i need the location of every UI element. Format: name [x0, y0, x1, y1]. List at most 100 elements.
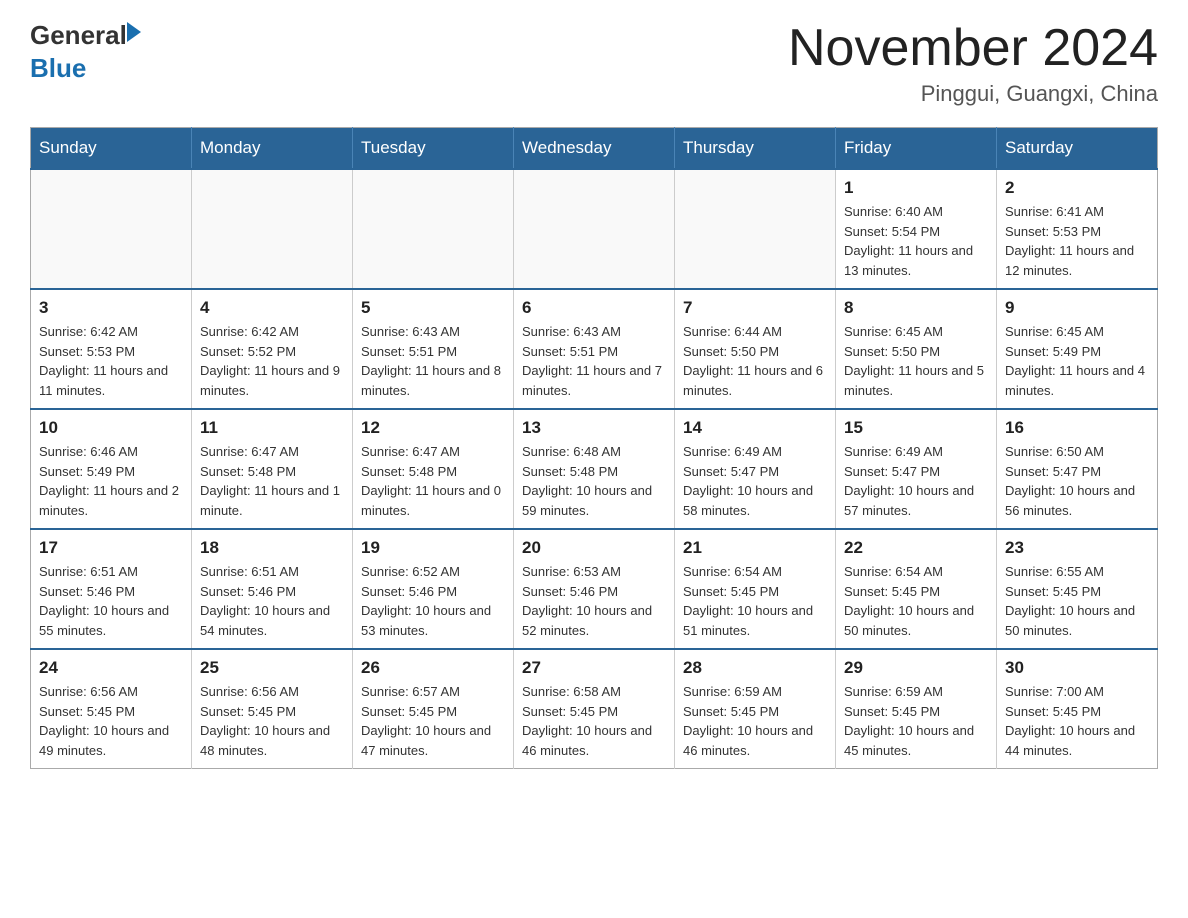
day-number: 26	[361, 658, 505, 678]
calendar-cell: 7 Sunrise: 6:44 AMSunset: 5:50 PMDaylight…	[675, 289, 836, 409]
weekday-header-tuesday: Tuesday	[353, 128, 514, 170]
day-info: Sunrise: 6:59 AMSunset: 5:45 PMDaylight:…	[844, 682, 988, 760]
day-number: 5	[361, 298, 505, 318]
day-info: Sunrise: 7:00 AMSunset: 5:45 PMDaylight:…	[1005, 682, 1149, 760]
day-info: Sunrise: 6:47 AMSunset: 5:48 PMDaylight:…	[200, 442, 344, 520]
logo-arrow-icon	[127, 22, 141, 42]
day-info: Sunrise: 6:52 AMSunset: 5:46 PMDaylight:…	[361, 562, 505, 640]
day-number: 11	[200, 418, 344, 438]
day-info: Sunrise: 6:44 AMSunset: 5:50 PMDaylight:…	[683, 322, 827, 400]
day-info: Sunrise: 6:46 AMSunset: 5:49 PMDaylight:…	[39, 442, 183, 520]
day-info: Sunrise: 6:49 AMSunset: 5:47 PMDaylight:…	[683, 442, 827, 520]
day-number: 8	[844, 298, 988, 318]
day-number: 21	[683, 538, 827, 558]
day-info: Sunrise: 6:48 AMSunset: 5:48 PMDaylight:…	[522, 442, 666, 520]
day-number: 14	[683, 418, 827, 438]
day-info: Sunrise: 6:56 AMSunset: 5:45 PMDaylight:…	[39, 682, 183, 760]
calendar-cell: 11 Sunrise: 6:47 AMSunset: 5:48 PMDayligh…	[192, 409, 353, 529]
calendar-cell: 23 Sunrise: 6:55 AMSunset: 5:45 PMDayligh…	[997, 529, 1158, 649]
calendar-week-3: 10 Sunrise: 6:46 AMSunset: 5:49 PMDayligh…	[31, 409, 1158, 529]
calendar-cell: 29 Sunrise: 6:59 AMSunset: 5:45 PMDayligh…	[836, 649, 997, 769]
calendar-title: November 2024	[788, 20, 1158, 77]
weekday-header-monday: Monday	[192, 128, 353, 170]
logo-container: General Blue	[30, 20, 141, 84]
calendar-table: SundayMondayTuesdayWednesdayThursdayFrid…	[30, 127, 1158, 769]
calendar-cell: 12Sunrise: 6:47 AMSunset: 5:48 PMDayligh…	[353, 409, 514, 529]
calendar-cell: 13Sunrise: 6:48 AMSunset: 5:48 PMDayligh…	[514, 409, 675, 529]
calendar-cell: 5Sunrise: 6:43 AMSunset: 5:51 PMDaylight…	[353, 289, 514, 409]
day-info: Sunrise: 6:45 AMSunset: 5:49 PMDaylight:…	[1005, 322, 1149, 400]
calendar-cell: 15 Sunrise: 6:49 AMSunset: 5:47 PMDayligh…	[836, 409, 997, 529]
calendar-cell: 22 Sunrise: 6:54 AMSunset: 5:45 PMDayligh…	[836, 529, 997, 649]
calendar-cell: 20Sunrise: 6:53 AMSunset: 5:46 PMDayligh…	[514, 529, 675, 649]
weekday-header-thursday: Thursday	[675, 128, 836, 170]
calendar-cell: 28Sunrise: 6:59 AMSunset: 5:45 PMDayligh…	[675, 649, 836, 769]
day-number: 30	[1005, 658, 1149, 678]
day-number: 29	[844, 658, 988, 678]
day-number: 16	[1005, 418, 1149, 438]
weekday-header-friday: Friday	[836, 128, 997, 170]
day-number: 4	[200, 298, 344, 318]
day-number: 6	[522, 298, 666, 318]
calendar-week-4: 17Sunrise: 6:51 AMSunset: 5:46 PMDayligh…	[31, 529, 1158, 649]
calendar-cell: 10 Sunrise: 6:46 AMSunset: 5:49 PMDayligh…	[31, 409, 192, 529]
logo-general-text: General	[30, 20, 127, 51]
calendar-cell: 8 Sunrise: 6:45 AMSunset: 5:50 PMDaylight…	[836, 289, 997, 409]
day-info: Sunrise: 6:41 AMSunset: 5:53 PMDaylight:…	[1005, 202, 1149, 280]
day-info: Sunrise: 6:58 AMSunset: 5:45 PMDaylight:…	[522, 682, 666, 760]
calendar-week-1: 1 Sunrise: 6:40 AMSunset: 5:54 PMDaylight…	[31, 169, 1158, 289]
calendar-body: 1 Sunrise: 6:40 AMSunset: 5:54 PMDaylight…	[31, 169, 1158, 769]
day-number: 9	[1005, 298, 1149, 318]
logo-line1: General	[30, 20, 141, 51]
day-info: Sunrise: 6:55 AMSunset: 5:45 PMDaylight:…	[1005, 562, 1149, 640]
calendar-cell: 9 Sunrise: 6:45 AMSunset: 5:49 PMDaylight…	[997, 289, 1158, 409]
day-number: 24	[39, 658, 183, 678]
day-number: 7	[683, 298, 827, 318]
calendar-subtitle: Pinggui, Guangxi, China	[788, 81, 1158, 107]
calendar-cell	[353, 169, 514, 289]
calendar-cell: 21 Sunrise: 6:54 AMSunset: 5:45 PMDayligh…	[675, 529, 836, 649]
day-number: 1	[844, 178, 988, 198]
calendar-cell	[31, 169, 192, 289]
logo: General Blue	[30, 20, 141, 84]
weekday-header-wednesday: Wednesday	[514, 128, 675, 170]
title-block: November 2024 Pinggui, Guangxi, China	[788, 20, 1158, 107]
day-number: 27	[522, 658, 666, 678]
day-info: Sunrise: 6:43 AMSunset: 5:51 PMDaylight:…	[522, 322, 666, 400]
day-info: Sunrise: 6:51 AMSunset: 5:46 PMDaylight:…	[39, 562, 183, 640]
calendar-cell: 3 Sunrise: 6:42 AMSunset: 5:53 PMDaylight…	[31, 289, 192, 409]
day-info: Sunrise: 6:54 AMSunset: 5:45 PMDaylight:…	[844, 562, 988, 640]
calendar-cell: 1 Sunrise: 6:40 AMSunset: 5:54 PMDaylight…	[836, 169, 997, 289]
day-info: Sunrise: 6:45 AMSunset: 5:50 PMDaylight:…	[844, 322, 988, 400]
day-number: 15	[844, 418, 988, 438]
day-number: 23	[1005, 538, 1149, 558]
day-number: 12	[361, 418, 505, 438]
calendar-cell: 17Sunrise: 6:51 AMSunset: 5:46 PMDayligh…	[31, 529, 192, 649]
logo-blue-text: Blue	[30, 53, 86, 84]
calendar-cell: 24 Sunrise: 6:56 AMSunset: 5:45 PMDayligh…	[31, 649, 192, 769]
day-number: 10	[39, 418, 183, 438]
calendar-cell: 30 Sunrise: 7:00 AMSunset: 5:45 PMDayligh…	[997, 649, 1158, 769]
day-info: Sunrise: 6:54 AMSunset: 5:45 PMDaylight:…	[683, 562, 827, 640]
calendar-header: SundayMondayTuesdayWednesdayThursdayFrid…	[31, 128, 1158, 170]
weekday-header-row: SundayMondayTuesdayWednesdayThursdayFrid…	[31, 128, 1158, 170]
day-number: 3	[39, 298, 183, 318]
calendar-cell: 26Sunrise: 6:57 AMSunset: 5:45 PMDayligh…	[353, 649, 514, 769]
day-number: 22	[844, 538, 988, 558]
day-info: Sunrise: 6:42 AMSunset: 5:52 PMDaylight:…	[200, 322, 344, 400]
day-info: Sunrise: 6:51 AMSunset: 5:46 PMDaylight:…	[200, 562, 344, 640]
calendar-cell: 25Sunrise: 6:56 AMSunset: 5:45 PMDayligh…	[192, 649, 353, 769]
day-info: Sunrise: 6:56 AMSunset: 5:45 PMDaylight:…	[200, 682, 344, 760]
day-number: 28	[683, 658, 827, 678]
day-info: Sunrise: 6:40 AMSunset: 5:54 PMDaylight:…	[844, 202, 988, 280]
calendar-cell	[514, 169, 675, 289]
day-info: Sunrise: 6:49 AMSunset: 5:47 PMDaylight:…	[844, 442, 988, 520]
calendar-cell: 18Sunrise: 6:51 AMSunset: 5:46 PMDayligh…	[192, 529, 353, 649]
weekday-header-sunday: Sunday	[31, 128, 192, 170]
calendar-cell	[192, 169, 353, 289]
calendar-cell: 27 Sunrise: 6:58 AMSunset: 5:45 PMDayligh…	[514, 649, 675, 769]
calendar-cell: 16Sunrise: 6:50 AMSunset: 5:47 PMDayligh…	[997, 409, 1158, 529]
calendar-cell: 4 Sunrise: 6:42 AMSunset: 5:52 PMDaylight…	[192, 289, 353, 409]
day-info: Sunrise: 6:42 AMSunset: 5:53 PMDaylight:…	[39, 322, 183, 400]
calendar-cell: 2Sunrise: 6:41 AMSunset: 5:53 PMDaylight…	[997, 169, 1158, 289]
